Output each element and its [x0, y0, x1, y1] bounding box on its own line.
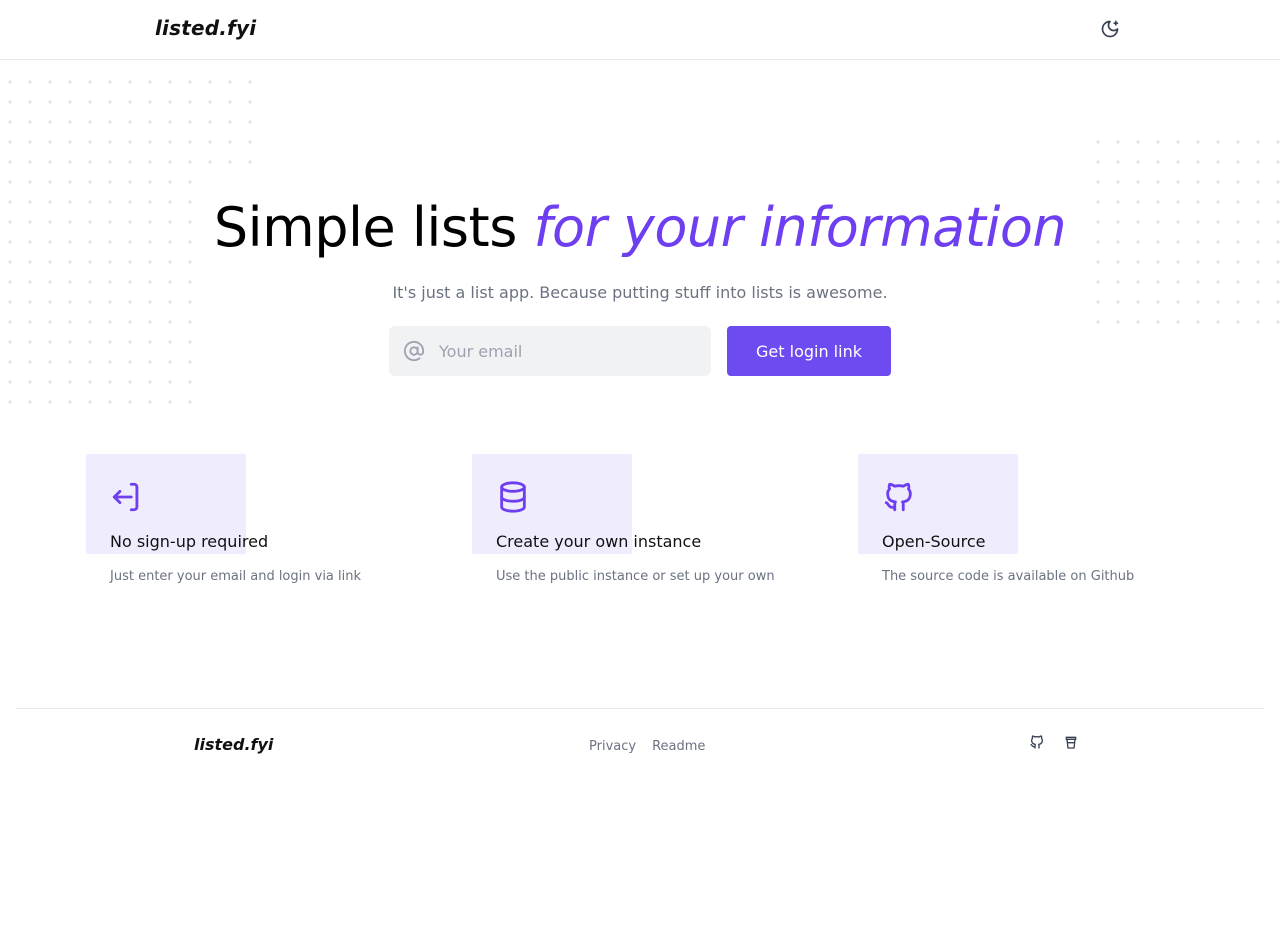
feature-description: The source code is available on Github — [882, 569, 1135, 584]
footer-links: Privacy Readme — [589, 739, 705, 754]
email-input[interactable] — [439, 341, 689, 361]
coffee-cup-icon[interactable] — [1063, 734, 1079, 750]
feature-own-instance: Create your own instance Use the public … — [472, 454, 812, 594]
feature-description: Just enter your email and login via link — [110, 569, 362, 584]
feature-description: Use the public instance or set up your o… — [496, 569, 775, 584]
feature-open-source: Open-Source The source code is available… — [858, 454, 1198, 594]
hero-title: Simple lists for your information — [0, 196, 1280, 259]
feature-no-signup: No sign-up required Just enter your emai… — [86, 454, 426, 594]
email-field-container[interactable] — [389, 326, 711, 376]
hero-title-accent: for your information — [533, 196, 1067, 259]
hero-subtitle: It's just a list app. Because putting st… — [392, 283, 888, 302]
github-icon — [882, 480, 916, 514]
at-sign-icon — [403, 340, 425, 362]
footer-social-icons — [1029, 734, 1079, 750]
moon-icon[interactable] — [1098, 17, 1122, 41]
site-logo[interactable]: listed.fyi — [155, 16, 256, 40]
feature-title: No sign-up required — [110, 532, 269, 551]
footer-link-privacy[interactable]: Privacy — [589, 739, 636, 754]
get-login-link-button[interactable]: Get login link — [727, 326, 891, 376]
login-icon — [110, 480, 144, 514]
github-icon[interactable] — [1029, 734, 1045, 750]
feature-title: Create your own instance — [496, 532, 702, 551]
feature-title: Open-Source — [882, 532, 986, 551]
footer-divider — [16, 708, 1264, 709]
footer-link-readme[interactable]: Readme — [652, 739, 705, 754]
dot-pattern-decoration — [0, 72, 252, 172]
database-icon — [496, 480, 530, 514]
hero-title-plain: Simple lists — [213, 196, 518, 259]
top-nav: listed.fyi — [0, 0, 1280, 60]
footer-logo[interactable]: listed.fyi — [194, 735, 273, 754]
